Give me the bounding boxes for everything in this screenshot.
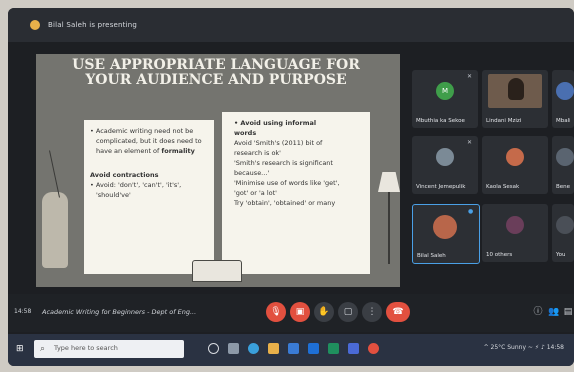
participant-tile-presenter[interactable]: ● Bilal Saleh	[412, 204, 480, 264]
person-silhouette	[508, 78, 524, 100]
meeting-time: 14:58	[14, 308, 32, 315]
heading-line: Avoid using informal	[240, 119, 317, 127]
info-icon[interactable]: ⓘ	[532, 306, 544, 318]
raise-hand-icon: ✋	[318, 307, 330, 317]
participant-tile[interactable]: You	[552, 204, 574, 262]
windows-start-icon[interactable]: ⊞	[16, 343, 28, 355]
body-line: 'Smith's research is significant	[234, 159, 333, 167]
title-bar: Bilal Saleh is presenting	[8, 8, 574, 42]
slide-title-line1: USE APPROPRIATE LANGUAGE FOR	[72, 57, 360, 73]
mic-toggle-button[interactable]: 🎙	[266, 302, 286, 322]
excel-icon[interactable]	[328, 343, 339, 354]
avatar	[506, 148, 524, 166]
meet-window: Bilal Saleh is presenting USE APPROPRIAT…	[8, 8, 574, 366]
participant-tile-others[interactable]: 10 others	[482, 204, 548, 262]
chat-icon[interactable]: ▤	[562, 306, 574, 318]
mic-off-icon: 🎙	[270, 307, 282, 317]
mic-off-icon: ✕	[467, 139, 473, 146]
more-options-icon: ⋮	[367, 307, 377, 317]
participant-tile[interactable]: Kaola Sesak	[482, 136, 548, 194]
participant-name: Vincent Jemepulik	[416, 184, 466, 190]
word-icon[interactable]	[308, 343, 319, 354]
participant-name: Kaola Sesak	[486, 184, 520, 190]
bullet-bold-word: formality	[161, 147, 195, 155]
avatar	[556, 82, 574, 100]
avatar: M	[436, 82, 454, 100]
present-button[interactable]: ▢	[338, 302, 358, 322]
slide-right-heading: • Avoid using informal words	[234, 119, 317, 137]
end-call-button[interactable]: ☎	[386, 302, 410, 322]
store-icon[interactable]	[288, 343, 299, 354]
end-call-icon: ☎	[392, 307, 404, 317]
avatar	[436, 148, 454, 166]
bullet-text: Avoid: 'don't', 'can't', 'it's', 'should…	[95, 181, 182, 199]
mail-icon[interactable]	[348, 343, 359, 354]
participant-name: Lindani Mzizi	[486, 118, 522, 124]
chrome-icon[interactable]	[368, 343, 379, 354]
system-tray[interactable]: ^ 25°C Sunny ~ ⚡ ♪ 14:58	[484, 344, 564, 351]
avatar	[433, 215, 457, 239]
slide-left-card: • Academic writing need not be complicat…	[84, 120, 214, 274]
camera-off-icon: ▣	[295, 307, 305, 317]
slide-bullet-contractions: • Avoid: 'don't', 'can't', 'it's', 'shou…	[90, 181, 182, 199]
slide-title: USE APPROPRIATE LANGUAGE FOR YOUR AUDIEN…	[66, 58, 366, 88]
presentation-slide: USE APPROPRIATE LANGUAGE FOR YOUR AUDIEN…	[36, 54, 400, 287]
book-illustration	[192, 260, 242, 282]
plant-stem-illustration	[49, 150, 60, 198]
avatar	[556, 148, 574, 166]
search-placeholder: Type here to search	[54, 344, 118, 352]
vase-illustration	[42, 192, 68, 268]
file-explorer-icon[interactable]	[268, 343, 279, 354]
participant-name: 10 others	[486, 252, 513, 258]
meeting-controls-bar: 14:58 Academic Writing for Beginners - D…	[8, 294, 574, 332]
meeting-name: Academic Writing for Beginners - Dept of…	[42, 308, 197, 316]
slide-bullet-formality: • Academic writing need not be complicat…	[90, 127, 202, 155]
participant-tile[interactable]: Lindani Mzizi	[482, 70, 548, 128]
participant-name: Bilal Saleh	[417, 253, 446, 259]
cortana-icon[interactable]	[208, 343, 219, 354]
participant-tile[interactable]: ✕ Vincent Jemepulik	[412, 136, 478, 194]
lamp-illustration	[378, 172, 400, 192]
heading-line: words	[234, 129, 257, 137]
speaking-icon: ●	[468, 208, 474, 215]
camera-toggle-button[interactable]: ▣	[290, 302, 310, 322]
participant-name: Mbuthia ka Sekoe	[416, 118, 465, 124]
raise-hand-button[interactable]: ✋	[314, 302, 334, 322]
slide-subheading-contractions: Avoid contractions	[90, 171, 159, 179]
camera-feed	[488, 74, 542, 108]
body-line: 'got' or 'a lot'	[234, 189, 277, 197]
search-icon: ⌕	[40, 344, 46, 354]
participant-tile[interactable]: Benedict	[552, 136, 574, 194]
more-options-button[interactable]: ⋮	[362, 302, 382, 322]
participant-name: Benedict	[556, 184, 570, 190]
slide-right-body: Avoid 'Smith's (2011) bit of research is…	[222, 138, 370, 208]
avatar	[506, 216, 524, 234]
os-taskbar: ⊞ ⌕ Type here to search ^ 25°C Sunny ~ ⚡…	[8, 334, 574, 366]
body-line: research is ok'	[234, 149, 281, 157]
window-title: Bilal Saleh is presenting	[48, 21, 138, 29]
task-view-icon[interactable]	[228, 343, 239, 354]
participant-tile[interactable]: Mbali Ndlovu	[552, 70, 574, 128]
participant-name: Mbali Ndlovu	[556, 118, 570, 124]
participant-name: You	[556, 252, 566, 258]
participant-tile[interactable]: M ✕ Mbuthia ka Sekoe	[412, 70, 478, 128]
people-icon[interactable]: 👥	[548, 306, 560, 318]
slide-title-line2: YOUR AUDIENCE AND PURPOSE	[85, 72, 347, 88]
body-line: 'Minimise use of words like 'get',	[234, 179, 340, 187]
taskbar-search-box[interactable]: ⌕ Type here to search	[34, 340, 184, 358]
body-line: Avoid 'Smith's (2011) bit of	[234, 139, 323, 147]
mic-off-icon: ✕	[467, 73, 473, 80]
edge-browser-icon[interactable]	[248, 343, 259, 354]
present-icon: ▢	[343, 307, 353, 317]
lamp-pole-illustration	[388, 192, 390, 264]
body-line: Try 'obtain', 'obtained' or many	[234, 199, 336, 207]
avatar	[556, 216, 574, 234]
slide-right-card: • Avoid using informal words Avoid 'Smit…	[222, 112, 370, 274]
body-line: because...'	[234, 169, 270, 177]
presenting-icon	[30, 20, 40, 30]
